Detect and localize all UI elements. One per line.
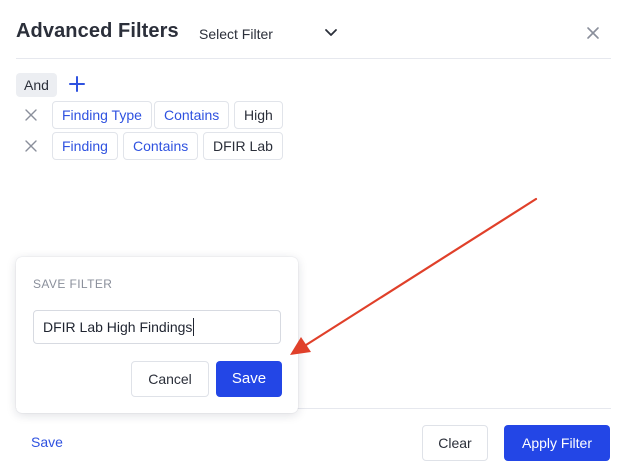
page-title: Advanced Filters	[16, 20, 179, 42]
filter-header: Advanced Filters Select Filter	[0, 0, 628, 60]
remove-icon[interactable]	[24, 108, 38, 122]
condition-value-chip[interactable]: High	[234, 101, 283, 129]
apply-filter-button[interactable]: Apply Filter	[504, 425, 610, 461]
save-filter-link[interactable]: Save	[31, 434, 63, 450]
condition-field-chip[interactable]: Finding	[52, 132, 118, 160]
header-divider	[16, 58, 611, 59]
remove-icon[interactable]	[24, 139, 38, 153]
clear-button[interactable]: Clear	[422, 425, 488, 461]
filter-name-input[interactable]	[33, 310, 281, 344]
condition-operator-chip[interactable]: Contains	[123, 132, 199, 160]
save-filter-popover: SAVE FILTER Cancel Save	[16, 257, 298, 413]
condition-value-chip[interactable]: DFIR Lab	[203, 132, 283, 160]
condition-operator-chip[interactable]: Contains	[154, 101, 230, 129]
plus-icon[interactable]	[68, 73, 86, 95]
text-cursor	[193, 318, 194, 336]
chevron-down-icon	[325, 29, 337, 36]
filter-condition-row: Finding Contains DFIR Lab	[20, 132, 320, 160]
condition-field-chip[interactable]: Finding Type	[52, 101, 152, 129]
select-filter-dropdown[interactable]: Select Filter	[199, 22, 349, 44]
select-filter-label: Select Filter	[199, 26, 273, 42]
filter-condition-row: Finding Type Contains High	[20, 101, 320, 129]
save-button[interactable]: Save	[216, 361, 282, 397]
cancel-button[interactable]: Cancel	[131, 361, 209, 397]
save-filter-heading: SAVE FILTER	[33, 277, 113, 291]
close-icon[interactable]	[585, 25, 601, 41]
logic-operator-toggle[interactable]: And	[16, 73, 57, 97]
